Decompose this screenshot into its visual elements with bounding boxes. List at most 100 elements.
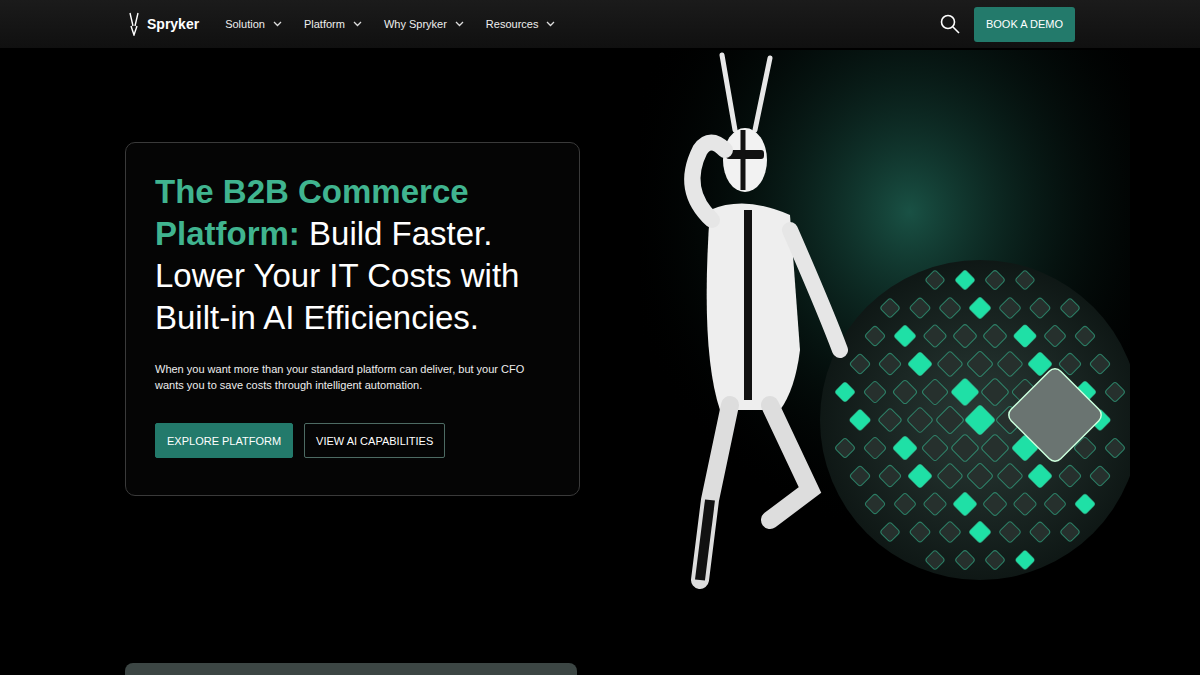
sphere-tile-icon [953,492,978,517]
hero-card: The B2B Commerce Platform: Build Faster.… [125,142,580,496]
sphere-tile-icon [1044,493,1067,516]
sphere-tile-icon [925,270,945,290]
section-image [125,663,577,675]
sphere-tile-icon [1029,297,1051,319]
top-nav: Spryker Solution Platform Why Spryker Re… [0,0,1200,48]
menu-item[interactable]: Resources [486,18,556,30]
sphere-tile-icon [953,324,978,349]
sphere-tile-icon [907,463,932,488]
sphere-tile-icon [878,464,901,487]
chevron-down-icon [353,21,362,27]
sphere-tile-icon [1015,270,1035,290]
hero-subtext: When you want more than your standard pl… [155,361,551,393]
sphere-tile-icon [983,492,1008,517]
sphere-tile-icon [936,406,965,435]
sphere-tile-icon [955,550,976,571]
sphere-tile-icon [1089,353,1110,374]
sphere-tile-icon [1015,550,1035,570]
sphere-tile-icon [951,434,980,463]
logo[interactable]: Spryker [125,12,199,36]
hero-button[interactable]: EXPLORE PLATFORM [155,423,293,458]
cloud-tile-icon [1006,366,1105,465]
menu-item[interactable]: Platform [304,18,362,30]
sphere-tile-icon [1044,325,1067,348]
sphere-tile-icon [894,325,917,348]
antelope-logo-icon [125,12,143,36]
sphere-tile-icon [1089,465,1110,486]
sphere-tile-icon [907,351,932,376]
antelope-sphere-illustration [640,50,1130,590]
hero-illustration [640,50,1130,590]
sphere-tile-icon [939,521,962,544]
chevron-down-icon [455,21,464,27]
sphere-tile-icon [1060,522,1081,543]
sphere-tile-icon [864,325,885,346]
sphere-tile-icon [849,409,871,431]
sphere-tile-icon [1074,325,1095,346]
nav-actions: BOOK A DEMO [940,7,1075,42]
next-section [0,590,1200,675]
sphere-tile-icon [863,380,886,403]
sphere-tile-icon [864,493,885,514]
sphere-tile-icon [923,492,947,516]
sphere-tile-icon [1104,437,1125,458]
sphere-tile-icon [834,437,855,458]
page: Spryker Solution Platform Why Spryker Re… [0,0,1200,675]
sphere-tile-icon [863,436,886,459]
sphere-tile-icon [1074,493,1095,514]
sphere-tile-icon [849,353,870,374]
menu-item[interactable]: Why Spryker [384,18,464,30]
sphere-tile-icon [1027,463,1052,488]
sphere-tile-icon [997,463,1024,490]
sphere-tile-icon [1013,492,1037,516]
sphere-tile-icon [937,463,964,490]
sphere-tile-icon [983,324,1008,349]
sphere-tile-icon [939,297,962,320]
menu-item[interactable]: Solution [225,18,282,30]
sphere-icon [820,260,1130,580]
main-menu: Solution Platform Why Spryker Resources [225,18,555,30]
sphere-tile-icon [849,465,870,486]
sphere-tile-icon [981,378,1010,407]
sphere-tile-icon [951,378,980,407]
sphere-tile-icon [969,297,992,320]
chevron-down-icon [273,21,282,27]
sphere-tile-icon [1060,298,1081,319]
hero-heading: The B2B Commerce Platform: Build Faster.… [155,171,551,339]
sphere-tile-icon [923,324,947,348]
sphere-tile-icon [985,270,1006,291]
sphere-tile-icon [921,378,948,405]
sphere-tile-icon [966,462,993,489]
sphere-tile-icon [981,434,1010,463]
sphere-tile-icon [966,350,993,377]
antelope-icon [692,55,840,580]
sphere-tile-icon [999,521,1022,544]
sphere-tile-icon [909,521,931,543]
sphere-tile-icon [937,351,964,378]
hero: The B2B Commerce Platform: Build Faster.… [0,48,1200,590]
sphere-tile-icon [997,351,1024,378]
sphere-tile-icon [878,408,903,433]
search-icon[interactable] [940,14,960,34]
sphere-tile-icon [985,550,1006,571]
sphere-tile-icon [969,521,992,544]
sphere-tile-icon [892,379,917,404]
book-demo-button[interactable]: BOOK A DEMO [974,7,1075,42]
sphere-tile-icon [894,493,917,516]
sphere-tile-icon [878,352,901,375]
sphere-tile-icon [964,404,995,435]
sphere-tile-icon [925,550,945,570]
sphere-tile-icon [999,297,1022,320]
sphere-tile-icon [955,270,976,291]
sphere-tile-icon [834,381,855,402]
chevron-down-icon [546,21,555,27]
hero-buttons: EXPLORE PLATFORM VIEW AI CAPABILITIES [155,423,551,458]
sphere-tile-icon [880,522,901,543]
sphere-tile-icon [909,297,931,319]
sphere-tile-icon [880,298,901,319]
hero-button[interactable]: VIEW AI CAPABILITIES [304,423,445,458]
sphere-tile-icon [892,435,917,460]
sphere-tile-icon [907,407,934,434]
sphere-tile-icon [1029,521,1051,543]
sphere-tile-icon [1104,381,1125,402]
